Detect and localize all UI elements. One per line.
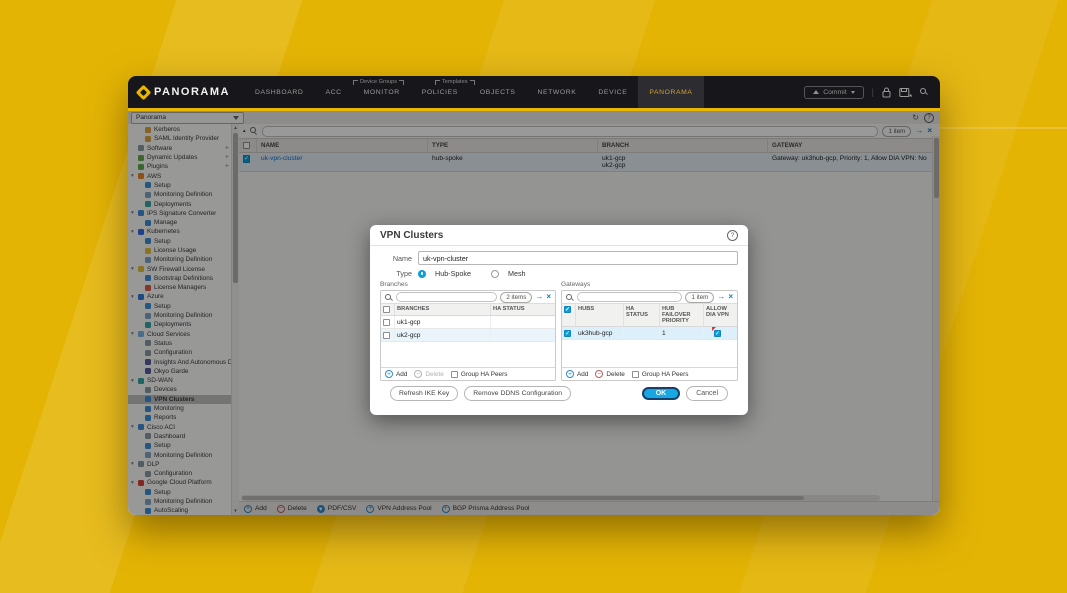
branch-row[interactable]: uk1-gcp bbox=[381, 316, 555, 329]
nav-right: Commit | bbox=[804, 76, 940, 108]
mesh-radio[interactable] bbox=[491, 270, 499, 278]
column-header[interactable]: HA STATUS bbox=[491, 304, 555, 315]
column-header[interactable]: HUBS bbox=[576, 304, 624, 326]
column-header[interactable]: BRANCHES bbox=[395, 304, 491, 315]
branches-panel: Branches 2 items → × BRANCHES HA ST bbox=[380, 281, 556, 381]
row-checkbox[interactable] bbox=[383, 332, 390, 339]
tab-network[interactable]: NETWORK bbox=[526, 76, 587, 108]
group-ha-peers-checkbox[interactable]: Group HA Peers bbox=[451, 371, 508, 378]
gateways-count-badge: 1 item bbox=[685, 292, 714, 303]
column-header[interactable]: HA STATUS bbox=[624, 304, 660, 326]
name-field-value: uk-vpn-cluster bbox=[423, 254, 468, 263]
help-icon[interactable]: ? bbox=[727, 230, 738, 241]
commit-button[interactable]: Commit bbox=[804, 86, 863, 99]
gateways-search-row: 1 item → × bbox=[562, 291, 737, 304]
dialog-footer: Refresh IKE Key Remove DDNS Configuratio… bbox=[380, 381, 738, 411]
tab-device[interactable]: DEVICE bbox=[587, 76, 638, 108]
dialog-title: VPN Clusters bbox=[380, 230, 443, 241]
branch-ha-status bbox=[491, 329, 555, 341]
add-circle-icon: + bbox=[385, 370, 393, 378]
refresh-ike-key-button[interactable]: Refresh IKE Key bbox=[390, 386, 458, 401]
export-arrow-icon[interactable]: → bbox=[717, 293, 725, 301]
brand: PANORAMA bbox=[128, 76, 244, 108]
branches-table-header: BRANCHES HA STATUS bbox=[381, 304, 555, 316]
tab-acc[interactable]: ACC bbox=[314, 76, 352, 108]
select-all-checkbox[interactable] bbox=[383, 306, 390, 313]
branches-heading: Branches bbox=[380, 281, 556, 288]
name-label: Name bbox=[380, 254, 412, 263]
branches-footer: +Add −Delete Group HA Peers bbox=[381, 367, 555, 380]
export-arrow-icon[interactable]: → bbox=[535, 293, 543, 301]
row-checkbox[interactable]: ✓ bbox=[564, 330, 571, 337]
top-nav: PANORAMA DASHBOARDACCMONITORPOLICIESOBJE… bbox=[128, 76, 940, 108]
gateway-row[interactable]: ✓uk3hub-gcp1✓ bbox=[562, 327, 737, 340]
gateways-empty-area bbox=[562, 340, 737, 367]
tab-panorama[interactable]: PANORAMA bbox=[638, 76, 703, 108]
select-all-cell[interactable] bbox=[381, 304, 395, 315]
search-icon bbox=[566, 294, 574, 301]
gateways-search-input[interactable] bbox=[577, 292, 682, 302]
branch-ha-status bbox=[491, 316, 555, 328]
gateways-footer: +Add −Delete Group HA Peers bbox=[562, 367, 737, 380]
branches-empty-area bbox=[381, 342, 555, 367]
branch-name: uk2-gcp bbox=[395, 329, 491, 341]
name-field[interactable]: uk-vpn-cluster bbox=[418, 251, 738, 265]
branches-count-badge: 2 items bbox=[500, 292, 532, 303]
vpn-clusters-dialog: VPN Clusters ? Name uk-vpn-cluster Type … bbox=[370, 225, 748, 415]
hub-ha-status bbox=[624, 327, 660, 339]
ok-button[interactable]: OK bbox=[642, 387, 681, 400]
select-all-cell[interactable]: ✓ bbox=[562, 304, 576, 326]
delete-circle-icon: − bbox=[414, 370, 422, 378]
gateways-heading: Gateways bbox=[561, 281, 738, 288]
hub-failover-priority: 1 bbox=[660, 327, 704, 339]
tab-dashboard[interactable]: DASHBOARD bbox=[244, 76, 314, 108]
remove-ddns-configuration-button[interactable]: Remove DDNS Configuration bbox=[464, 386, 571, 401]
panorama-logo-icon bbox=[136, 84, 152, 100]
gateways-table-header: ✓ HUBS HA STATUS HUB FAILOVER PRIORITY A… bbox=[562, 304, 737, 327]
type-label: Type bbox=[380, 269, 412, 278]
delete-button[interactable]: −Delete bbox=[595, 370, 624, 378]
add-circle-icon: + bbox=[566, 370, 574, 378]
checkbox[interactable] bbox=[632, 371, 639, 378]
gateways-panel: Gateways 1 item → × ✓ HUBS HA STATUS bbox=[561, 281, 738, 381]
config-save-icon[interactable] bbox=[899, 87, 912, 98]
search-icon bbox=[385, 294, 393, 301]
dialog-titlebar: VPN Clusters ? bbox=[370, 225, 748, 246]
divider: | bbox=[872, 87, 874, 97]
branches-search-row: 2 items → × bbox=[381, 291, 555, 304]
checkbox[interactable] bbox=[451, 371, 458, 378]
add-button[interactable]: +Add bbox=[566, 370, 588, 378]
delete-circle-icon: − bbox=[595, 370, 603, 378]
hub-name: uk3hub-gcp bbox=[576, 327, 624, 339]
branches-search-input[interactable] bbox=[396, 292, 497, 302]
hub-spoke-radio-label[interactable]: Hub-Spoke bbox=[435, 269, 471, 278]
hub-spoke-radio[interactable] bbox=[418, 270, 426, 278]
clear-filter-icon[interactable]: × bbox=[546, 293, 551, 301]
column-header[interactable]: ALLOW DIA VPN bbox=[704, 304, 737, 326]
templates-label: Templates bbox=[433, 79, 477, 85]
delete-button[interactable]: −Delete bbox=[414, 370, 443, 378]
brand-title: PANORAMA bbox=[154, 86, 230, 98]
branch-row[interactable]: uk2-gcp bbox=[381, 329, 555, 342]
branch-name: uk1-gcp bbox=[395, 316, 491, 328]
clear-filter-icon[interactable]: × bbox=[728, 293, 733, 301]
select-all-checkbox[interactable]: ✓ bbox=[564, 306, 571, 313]
column-header[interactable]: HUB FAILOVER PRIORITY bbox=[660, 304, 704, 326]
group-ha-peers-checkbox[interactable]: Group HA Peers bbox=[632, 371, 689, 378]
panorama-app-window: PANORAMA DASHBOARDACCMONITORPOLICIESOBJE… bbox=[128, 76, 940, 515]
commit-label: Commit bbox=[823, 89, 846, 96]
modified-marker-icon bbox=[712, 327, 716, 331]
row-checkbox[interactable] bbox=[383, 319, 390, 326]
dialog-body: Name uk-vpn-cluster Type Hub-Spoke Mesh … bbox=[370, 246, 748, 415]
device-groups-label: Device Groups bbox=[351, 79, 406, 85]
tab-objects[interactable]: OBJECTS bbox=[469, 76, 527, 108]
lock-icon[interactable] bbox=[882, 87, 891, 98]
search-icon[interactable] bbox=[920, 88, 928, 97]
add-button[interactable]: +Add bbox=[385, 370, 407, 378]
commit-icon bbox=[813, 90, 819, 94]
mesh-radio-label[interactable]: Mesh bbox=[508, 269, 526, 278]
chevron-down-icon bbox=[851, 91, 855, 94]
cancel-button[interactable]: Cancel bbox=[686, 386, 728, 401]
